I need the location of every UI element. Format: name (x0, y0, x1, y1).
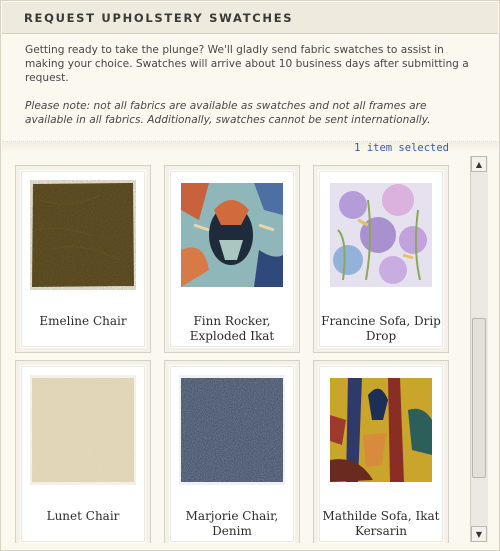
swatch-card-mathilde-sofa[interactable]: Mathilde Sofa, Ikat Kersarin (313, 360, 449, 543)
swatch-label: Marjorie Chair, Denim (185, 509, 279, 538)
swatch-card-marjorie-chair[interactable]: Marjorie Chair, Denim (164, 360, 300, 543)
swatch-card-emeline-chair[interactable]: Emeline Chair (15, 165, 151, 353)
brown-leather-swatch (30, 180, 136, 290)
panel-title: REQUEST UPHOLSTERY SWATCHES (24, 11, 294, 25)
swatch-label: Mathilde Sofa, Ikat Kersarin (322, 509, 440, 538)
swatch-card-finn-rocker[interactable]: Finn Rocker, Exploded Ikat (164, 165, 300, 353)
swatch-label: Lunet Chair (46, 509, 120, 523)
swatch-label: Emeline Chair (39, 314, 127, 328)
watercolor-swatch (328, 180, 434, 290)
swatch-label: Francine Sofa, Drip Drop (321, 314, 441, 343)
ikat-swatch (179, 180, 285, 290)
selected-count: 1 item selected (354, 142, 449, 154)
ikat-kersarin-swatch (328, 375, 434, 485)
linen-swatch (30, 375, 136, 485)
swatch-request-panel: REQUEST UPHOLSTERY SWATCHES Getting read… (0, 0, 500, 551)
swatch-card-lunet-chair[interactable]: Lunet Chair (15, 360, 151, 543)
arrow-up-icon[interactable]: ▲ (471, 156, 487, 172)
swatch-grid: Emeline Chair Finn Rocker, Exploded Ikat (2, 155, 468, 543)
vertical-scrollbar[interactable]: ▲ ▼ (470, 156, 488, 542)
scroll-thumb[interactable] (472, 318, 486, 478)
swatch-card-francine-sofa[interactable]: Francine Sofa, Drip Drop (313, 165, 449, 353)
denim-swatch (179, 375, 285, 485)
intro-note: Please note: not all fabrics are availab… (25, 100, 431, 126)
intro-text: Getting ready to take the plunge? We'll … (25, 43, 477, 141)
swatch-label: Finn Rocker, Exploded Ikat (189, 314, 275, 343)
arrow-down-icon[interactable]: ▼ (471, 526, 487, 542)
panel-header: REQUEST UPHOLSTERY SWATCHES (2, 2, 498, 34)
intro-paragraph: Getting ready to take the plunge? We'll … (25, 44, 469, 84)
